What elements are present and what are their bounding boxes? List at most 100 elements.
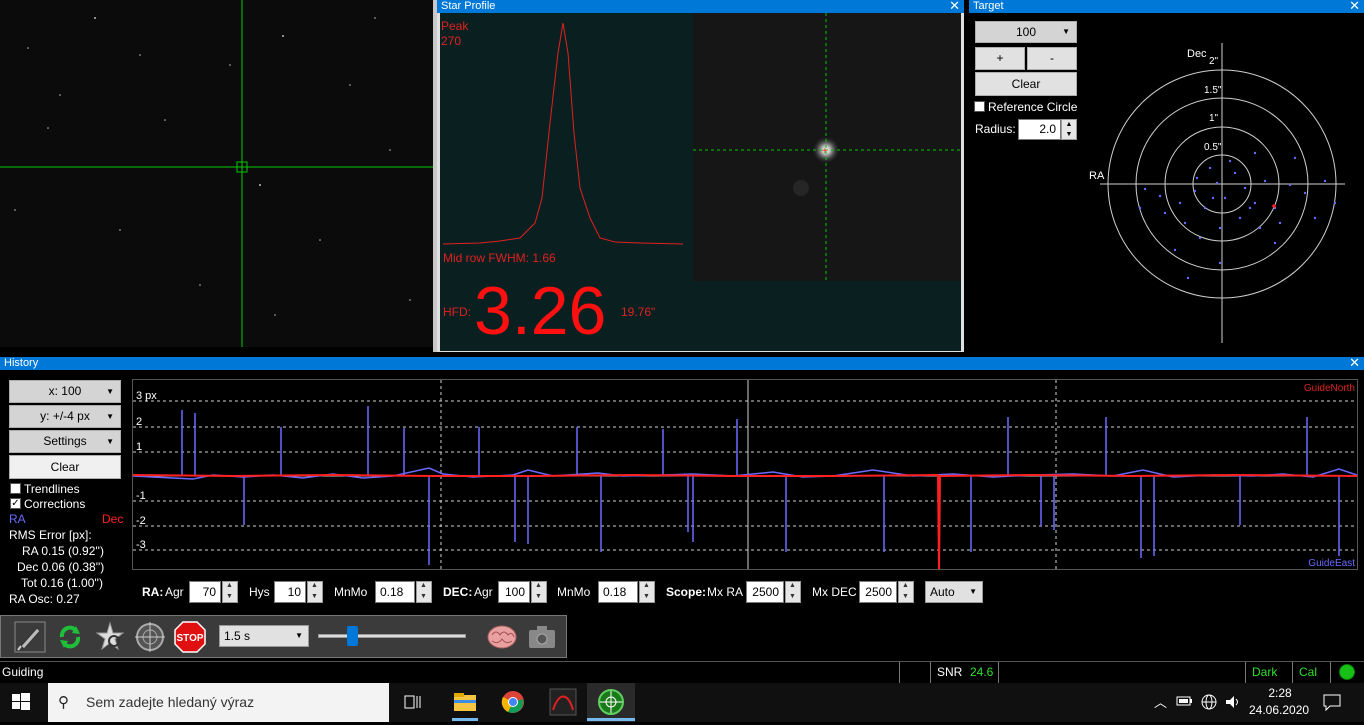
- mxdec-spinner[interactable]: [898, 581, 914, 603]
- history-clear-button[interactable]: Clear: [9, 455, 121, 479]
- chevron-down-icon: ▼: [106, 412, 114, 421]
- chevron-down-icon: ▼: [969, 587, 977, 596]
- rms-title: RMS Error [px]:: [9, 528, 92, 542]
- dec-mnmo-spinner[interactable]: [639, 581, 655, 603]
- gamma-slider[interactable]: [312, 623, 472, 649]
- target-titlebar: Target ✕: [969, 0, 1364, 13]
- active-app-indicator: [587, 718, 635, 721]
- reference-circle-checkbox[interactable]: [974, 101, 985, 112]
- brain-settings-icon[interactable]: [484, 619, 520, 655]
- zoom-in-button[interactable]: +: [975, 47, 1025, 70]
- settings-button[interactable]: Settings ▼: [9, 430, 121, 453]
- close-icon[interactable]: ✕: [1349, 0, 1360, 13]
- trendlines-checkbox[interactable]: [10, 483, 21, 494]
- guide-east-label: GuideEast: [1308, 558, 1355, 569]
- camera-settings-icon[interactable]: [524, 619, 560, 655]
- y-tick-label: -2: [136, 515, 146, 527]
- search-icon: ⚲: [58, 694, 69, 711]
- close-icon[interactable]: ✕: [1349, 356, 1360, 370]
- corrections-label: Corrections: [24, 497, 86, 511]
- camera-connect-icon[interactable]: [12, 619, 48, 655]
- profile-graph: Peak 270 Mid row FWHM: 1.66 HFD: 3.26 19…: [440, 13, 694, 351]
- ra-axis-label: RA: [1089, 170, 1105, 182]
- network-globe-icon[interactable]: [1200, 693, 1218, 711]
- mxra-label: Mx RA: [707, 585, 743, 599]
- hys-input[interactable]: 10: [274, 581, 306, 603]
- target-bullseye: Dec RA 2" 1.5" 1" 0.5": [1089, 43, 1345, 343]
- target-scale-select[interactable]: 100 ▼: [975, 21, 1077, 43]
- x-scale-select[interactable]: x: 100 ▼: [9, 380, 121, 403]
- stop-icon[interactable]: STOP: [172, 619, 208, 655]
- camera-view[interactable]: [0, 0, 433, 347]
- star-profile-titlebar: Star Profile ✕: [437, 0, 964, 13]
- ring-label: 1.5": [1204, 85, 1222, 96]
- auto-select-star-icon[interactable]: [92, 619, 128, 655]
- rms-tot: Tot 0.16 (1.00''): [21, 576, 103, 590]
- dec-agr-input[interactable]: 100: [498, 581, 530, 603]
- slider-thumb[interactable]: [347, 626, 358, 646]
- camera-frame: [0, 0, 433, 347]
- hfd-arcsec: 19.76": [621, 305, 656, 319]
- radius-spinner[interactable]: ▲ ▼: [1061, 119, 1077, 140]
- mxra-input[interactable]: 2500: [746, 581, 784, 603]
- y-tick-label: -1: [136, 490, 146, 502]
- phd2-taskbar-button[interactable]: [587, 683, 635, 722]
- guide-crosshair-icon[interactable]: [132, 619, 168, 655]
- dec-mnmo-input[interactable]: 0.18: [598, 581, 638, 603]
- scope-label: Scope:: [666, 585, 707, 599]
- ra-params-label: RA:: [142, 585, 164, 599]
- profile-curve: [442, 22, 684, 245]
- mxra-spinner[interactable]: [785, 581, 801, 603]
- status-bar: Guiding: [0, 661, 1364, 683]
- y-tick-label: 2: [136, 416, 142, 428]
- file-explorer-icon[interactable]: [452, 689, 478, 715]
- ra-agr-label: Agr: [165, 585, 184, 599]
- hys-label: Hys: [249, 585, 270, 599]
- guiding-status: Guiding: [2, 665, 44, 679]
- dec-mnmo-label: MnMo: [557, 585, 591, 599]
- zoom-out-button[interactable]: -: [1027, 47, 1077, 70]
- dark-indicator: Dark: [1252, 665, 1278, 679]
- notification-center-icon[interactable]: [1322, 692, 1342, 712]
- chevron-up-icon[interactable]: ︿: [1154, 692, 1167, 711]
- radius-input[interactable]: 2.0: [1018, 119, 1061, 140]
- exposure-select[interactable]: 1.5 s ▼: [219, 625, 309, 647]
- y-tick-label: -3: [136, 539, 146, 551]
- snr-label: SNR: [937, 665, 963, 679]
- target-clear-button[interactable]: Clear: [975, 72, 1077, 96]
- loop-exposure-icon[interactable]: [52, 619, 88, 655]
- windows-start-icon[interactable]: [10, 691, 32, 713]
- status-divider: [899, 662, 900, 683]
- chrome-icon[interactable]: [500, 689, 526, 715]
- sharpcap-icon[interactable]: [549, 688, 577, 716]
- volume-icon[interactable]: [1224, 693, 1242, 711]
- rms-dec: Dec 0.06 (0.38''): [17, 560, 105, 574]
- svg-text:+: +: [822, 146, 828, 157]
- mxdec-input[interactable]: 2500: [859, 581, 897, 603]
- y-scale-select[interactable]: y: +/-4 px ▼: [9, 405, 121, 428]
- task-view-icon[interactable]: [403, 692, 423, 712]
- ring-label: 2": [1209, 56, 1219, 67]
- dec-agr-spinner[interactable]: [531, 581, 547, 603]
- ring-label: 1": [1209, 113, 1219, 124]
- battery-icon[interactable]: [1176, 694, 1194, 708]
- taskbar-clock-time[interactable]: 2:28: [1262, 686, 1298, 700]
- corrections-checkbox[interactable]: ✓: [10, 498, 21, 509]
- ra-agr-spinner[interactable]: [222, 581, 238, 603]
- chevron-down-icon: ▼: [106, 387, 114, 396]
- close-icon[interactable]: ✕: [949, 0, 960, 13]
- reference-circle-label: Reference Circle: [988, 100, 1078, 114]
- hfd-label: HFD:: [443, 305, 471, 319]
- history-title: History: [4, 357, 39, 369]
- taskbar-clock-date[interactable]: 24.06.2020: [1249, 703, 1309, 717]
- ra-agr-input[interactable]: 70: [189, 581, 221, 603]
- snr-value: 24.6: [970, 665, 994, 679]
- taskbar-search-input[interactable]: ⚲ Sem zadejte hledaný výraz: [48, 683, 389, 722]
- ra-mnmo-input[interactable]: 0.18: [375, 581, 415, 603]
- star-profile-title: Star Profile: [441, 0, 496, 12]
- dec-params-label: DEC:: [443, 585, 473, 599]
- ra-mnmo-spinner[interactable]: [416, 581, 432, 603]
- scope-mode-select[interactable]: Auto ▼: [925, 581, 983, 603]
- hys-spinner[interactable]: [307, 581, 323, 603]
- active-app-indicator: [452, 718, 478, 721]
